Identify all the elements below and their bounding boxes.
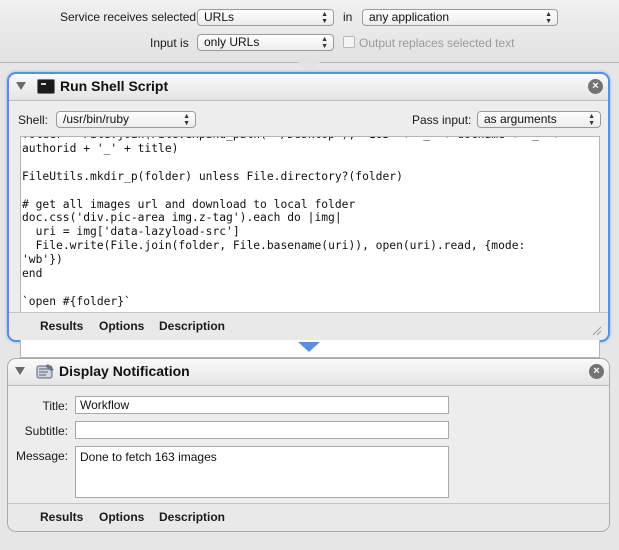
receives-label: Service receives selected — [60, 10, 197, 24]
title-value: Workflow — [80, 398, 130, 412]
connector-notch — [298, 342, 320, 352]
input-is-label: Input is — [150, 36, 189, 50]
input-is-value: only URLs — [204, 35, 260, 49]
close-icon[interactable]: × — [588, 79, 603, 94]
close-icon[interactable]: × — [589, 364, 604, 379]
title-label: Title: — [42, 399, 68, 413]
output-replaces-label: Output replaces selected text — [359, 36, 515, 50]
action-title: Run Shell Script — [60, 78, 169, 94]
popup-arrows-icon: ▲ ▼ — [321, 11, 328, 25]
receives-type-popup[interactable]: URLs ▲ ▼ — [197, 9, 334, 26]
subtitle-label: Subtitle: — [24, 424, 68, 438]
pass-input-popup[interactable]: as arguments ▲ ▼ — [477, 111, 601, 128]
action-footer: Results Options Description — [9, 312, 608, 340]
in-label: in — [343, 10, 353, 24]
description-tab[interactable]: Description — [159, 510, 225, 524]
pass-input-label: Pass input: — [412, 113, 472, 127]
connector-notch — [298, 62, 320, 72]
options-tab[interactable]: Options — [99, 510, 144, 524]
popup-arrows-icon: ▲ ▼ — [183, 113, 190, 127]
results-tab[interactable]: Results — [40, 319, 83, 333]
output-replaces-checkbox[interactable] — [343, 36, 355, 48]
shell-label: Shell: — [18, 113, 49, 127]
service-settings-bar: Service receives selected URLs ▲ ▼ in any… — [0, 0, 619, 63]
notification-icon — [36, 364, 54, 379]
popup-arrows-icon: ▲ ▼ — [545, 11, 552, 25]
action-title: Display Notification — [59, 363, 190, 379]
action-footer: Results Options Description — [8, 503, 609, 531]
results-tab[interactable]: Results — [40, 510, 83, 524]
application-value: any application — [369, 10, 450, 24]
pass-input-value: as arguments — [484, 112, 557, 126]
terminal-icon — [37, 79, 55, 94]
display-notification-action[interactable]: Display Notification × Title: Workflow S… — [7, 358, 610, 532]
subtitle-field[interactable] — [75, 421, 449, 439]
message-field[interactable]: Done to fetch 163 images — [75, 446, 449, 498]
receives-type-value: URLs — [204, 10, 235, 24]
message-value: Done to fetch 163 images — [80, 450, 217, 464]
description-tab[interactable]: Description — [159, 319, 225, 333]
disclosure-triangle-icon[interactable] — [15, 367, 25, 375]
message-label: Message: — [15, 449, 68, 463]
shell-value: /usr/bin/ruby — [63, 112, 130, 126]
popup-arrows-icon: ▲ ▼ — [588, 113, 595, 127]
run-shell-script-action[interactable]: Run Shell Script × Shell: /usr/bin/ruby … — [7, 72, 610, 358]
popup-arrows-icon: ▲ ▼ — [321, 36, 328, 50]
resize-grip-icon[interactable] — [592, 326, 602, 336]
application-popup[interactable]: any application ▲ ▼ — [362, 9, 558, 26]
shell-popup[interactable]: /usr/bin/ruby ▲ ▼ — [56, 111, 196, 128]
title-field[interactable]: Workflow — [75, 396, 449, 414]
options-tab[interactable]: Options — [99, 319, 144, 333]
script-code: folder = File.join(File.expand_path("~/D… — [22, 137, 559, 308]
action-title-bar: Run Shell Script × — [9, 74, 608, 101]
disclosure-triangle-icon[interactable] — [16, 82, 26, 90]
action-title-bar: Display Notification × — [8, 359, 609, 386]
input-is-popup[interactable]: only URLs ▲ ▼ — [197, 34, 334, 51]
